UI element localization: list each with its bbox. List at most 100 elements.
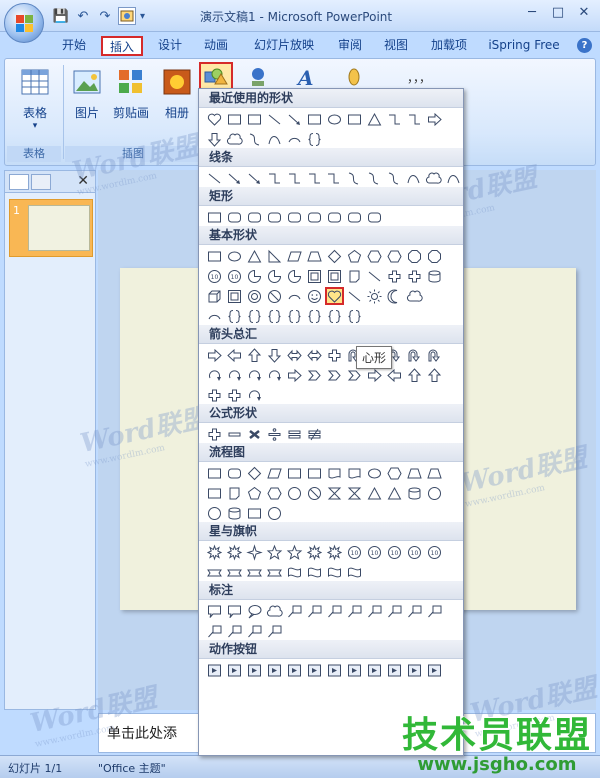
plus-shape-icon[interactable] <box>385 267 404 285</box>
circarrow-shape-icon[interactable] <box>245 386 264 404</box>
badge-shape-icon[interactable]: 10 <box>225 267 244 285</box>
hex-shape-icon[interactable] <box>385 464 404 482</box>
cube-shape-icon[interactable] <box>205 287 224 305</box>
larrow-shape-icon[interactable] <box>225 346 244 364</box>
heart-shape-icon[interactable] <box>205 110 224 128</box>
rrect-shape-icon[interactable] <box>325 208 344 226</box>
plus-shape-icon[interactable] <box>405 267 424 285</box>
rarrow-shape-icon[interactable] <box>285 366 304 384</box>
tab-slideshow[interactable]: 幻灯片放映 <box>246 36 322 56</box>
curve-shape-icon[interactable] <box>265 130 284 148</box>
lrarrow-shape-icon[interactable] <box>305 346 324 364</box>
draw-table-icon[interactable] <box>118 7 136 25</box>
rcallout-shape-icon[interactable] <box>225 602 244 620</box>
oct-shape-icon[interactable] <box>405 247 424 265</box>
bracket-shape-icon[interactable] <box>245 307 264 325</box>
elbow-shape-icon[interactable] <box>385 110 404 128</box>
tab-view[interactable]: 视图 <box>376 36 416 56</box>
rect-shape-icon[interactable] <box>245 504 264 522</box>
linecallout-shape-icon[interactable] <box>365 602 384 620</box>
uarrow-shape-icon[interactable] <box>425 366 444 384</box>
scurve-shape-icon[interactable] <box>344 169 363 187</box>
rrect-shape-icon[interactable] <box>225 208 244 226</box>
linecallout-shape-icon[interactable] <box>405 602 424 620</box>
times-shape-icon[interactable] <box>245 425 264 443</box>
cloud-shape-icon[interactable] <box>225 130 244 148</box>
darrow-shape-icon[interactable] <box>205 130 224 148</box>
arrowline-shape-icon[interactable] <box>285 110 304 128</box>
oct-shape-icon[interactable] <box>425 247 444 265</box>
ribbon-shape-icon[interactable] <box>245 563 264 581</box>
rect-shape-icon[interactable] <box>225 110 244 128</box>
btn-shape-icon[interactable] <box>325 661 344 679</box>
para-shape-icon[interactable] <box>285 247 304 265</box>
tab-review[interactable]: 审阅 <box>330 36 370 56</box>
arc-shape-icon[interactable] <box>285 130 304 148</box>
hex-shape-icon[interactable] <box>265 484 284 502</box>
cloud-shape-icon[interactable] <box>265 602 284 620</box>
minus-shape-icon[interactable] <box>225 425 244 443</box>
help-icon[interactable]: ? <box>577 38 592 53</box>
trap-shape-icon[interactable] <box>405 464 424 482</box>
cyl-shape-icon[interactable] <box>225 504 244 522</box>
redo-icon[interactable]: ↷ <box>96 7 114 25</box>
rarrow-shape-icon[interactable] <box>205 346 224 364</box>
tab-home[interactable]: 开始 <box>52 36 96 56</box>
burst-shape-icon[interactable] <box>205 543 224 561</box>
star5-shape-icon[interactable] <box>285 543 304 561</box>
wave-shape-icon[interactable] <box>285 563 304 581</box>
flowdoc-shape-icon[interactable] <box>325 464 344 482</box>
btn-shape-icon[interactable] <box>205 661 224 679</box>
nosym-shape-icon[interactable] <box>265 287 284 305</box>
linecallout-shape-icon[interactable] <box>305 602 324 620</box>
clipart-button[interactable]: 剪贴画 <box>109 67 153 121</box>
rect-shape-icon[interactable] <box>205 484 224 502</box>
can-shape-icon[interactable] <box>345 267 364 285</box>
pie-shape-icon[interactable] <box>245 267 264 285</box>
lrarrow-shape-icon[interactable] <box>285 346 304 364</box>
burst-shape-icon[interactable] <box>305 543 324 561</box>
rtri-shape-icon[interactable] <box>265 247 284 265</box>
scurve-shape-icon[interactable] <box>245 130 264 148</box>
linecallout-shape-icon[interactable] <box>345 602 364 620</box>
curve-shape-icon[interactable] <box>444 169 463 187</box>
arrowline-shape-icon[interactable] <box>225 169 244 187</box>
rrect-shape-icon[interactable] <box>265 208 284 226</box>
arc-shape-icon[interactable] <box>205 307 224 325</box>
badge-shape-icon[interactable]: 10 <box>365 543 384 561</box>
moon-shape-icon[interactable] <box>385 287 404 305</box>
btn-shape-icon[interactable] <box>365 661 384 679</box>
cloud-shape-icon[interactable] <box>405 287 424 305</box>
save-icon[interactable]: 💾 <box>52 7 70 25</box>
outline-tab[interactable] <box>31 174 51 190</box>
hourglass-shape-icon[interactable] <box>325 484 344 502</box>
tri-shape-icon[interactable] <box>365 484 384 502</box>
tab-addins[interactable]: 加载项 <box>424 36 474 56</box>
rrect-shape-icon[interactable] <box>305 208 324 226</box>
plus-shape-icon[interactable] <box>205 386 224 404</box>
bracket-shape-icon[interactable] <box>305 307 324 325</box>
slide-thumbnail[interactable]: 1 <box>9 199 93 257</box>
oval-shape-icon[interactable] <box>225 247 244 265</box>
circarrow-shape-icon[interactable] <box>225 366 244 384</box>
hex-shape-icon[interactable] <box>385 247 404 265</box>
rrect-shape-icon[interactable] <box>285 208 304 226</box>
tri-shape-icon[interactable] <box>385 484 404 502</box>
bracket-shape-icon[interactable] <box>345 307 364 325</box>
rect-shape-icon[interactable] <box>245 110 264 128</box>
circle-shape-icon[interactable] <box>285 484 304 502</box>
frame-shape-icon[interactable] <box>325 267 344 285</box>
ribbon-shape-icon[interactable] <box>265 563 284 581</box>
curve-shape-icon[interactable] <box>404 169 423 187</box>
linecallout-shape-icon[interactable] <box>265 622 284 640</box>
diamond-shape-icon[interactable] <box>325 247 344 265</box>
line-shape-icon[interactable] <box>345 287 364 305</box>
elbow-shape-icon[interactable] <box>405 110 424 128</box>
chevron-shape-icon[interactable] <box>325 366 344 384</box>
btn-shape-icon[interactable] <box>225 661 244 679</box>
burst-shape-icon[interactable] <box>325 543 344 561</box>
linecallout-shape-icon[interactable] <box>425 602 444 620</box>
line-shape-icon[interactable] <box>265 110 284 128</box>
chevron-shape-icon[interactable] <box>305 366 324 384</box>
pie-shape-icon[interactable] <box>265 267 284 285</box>
